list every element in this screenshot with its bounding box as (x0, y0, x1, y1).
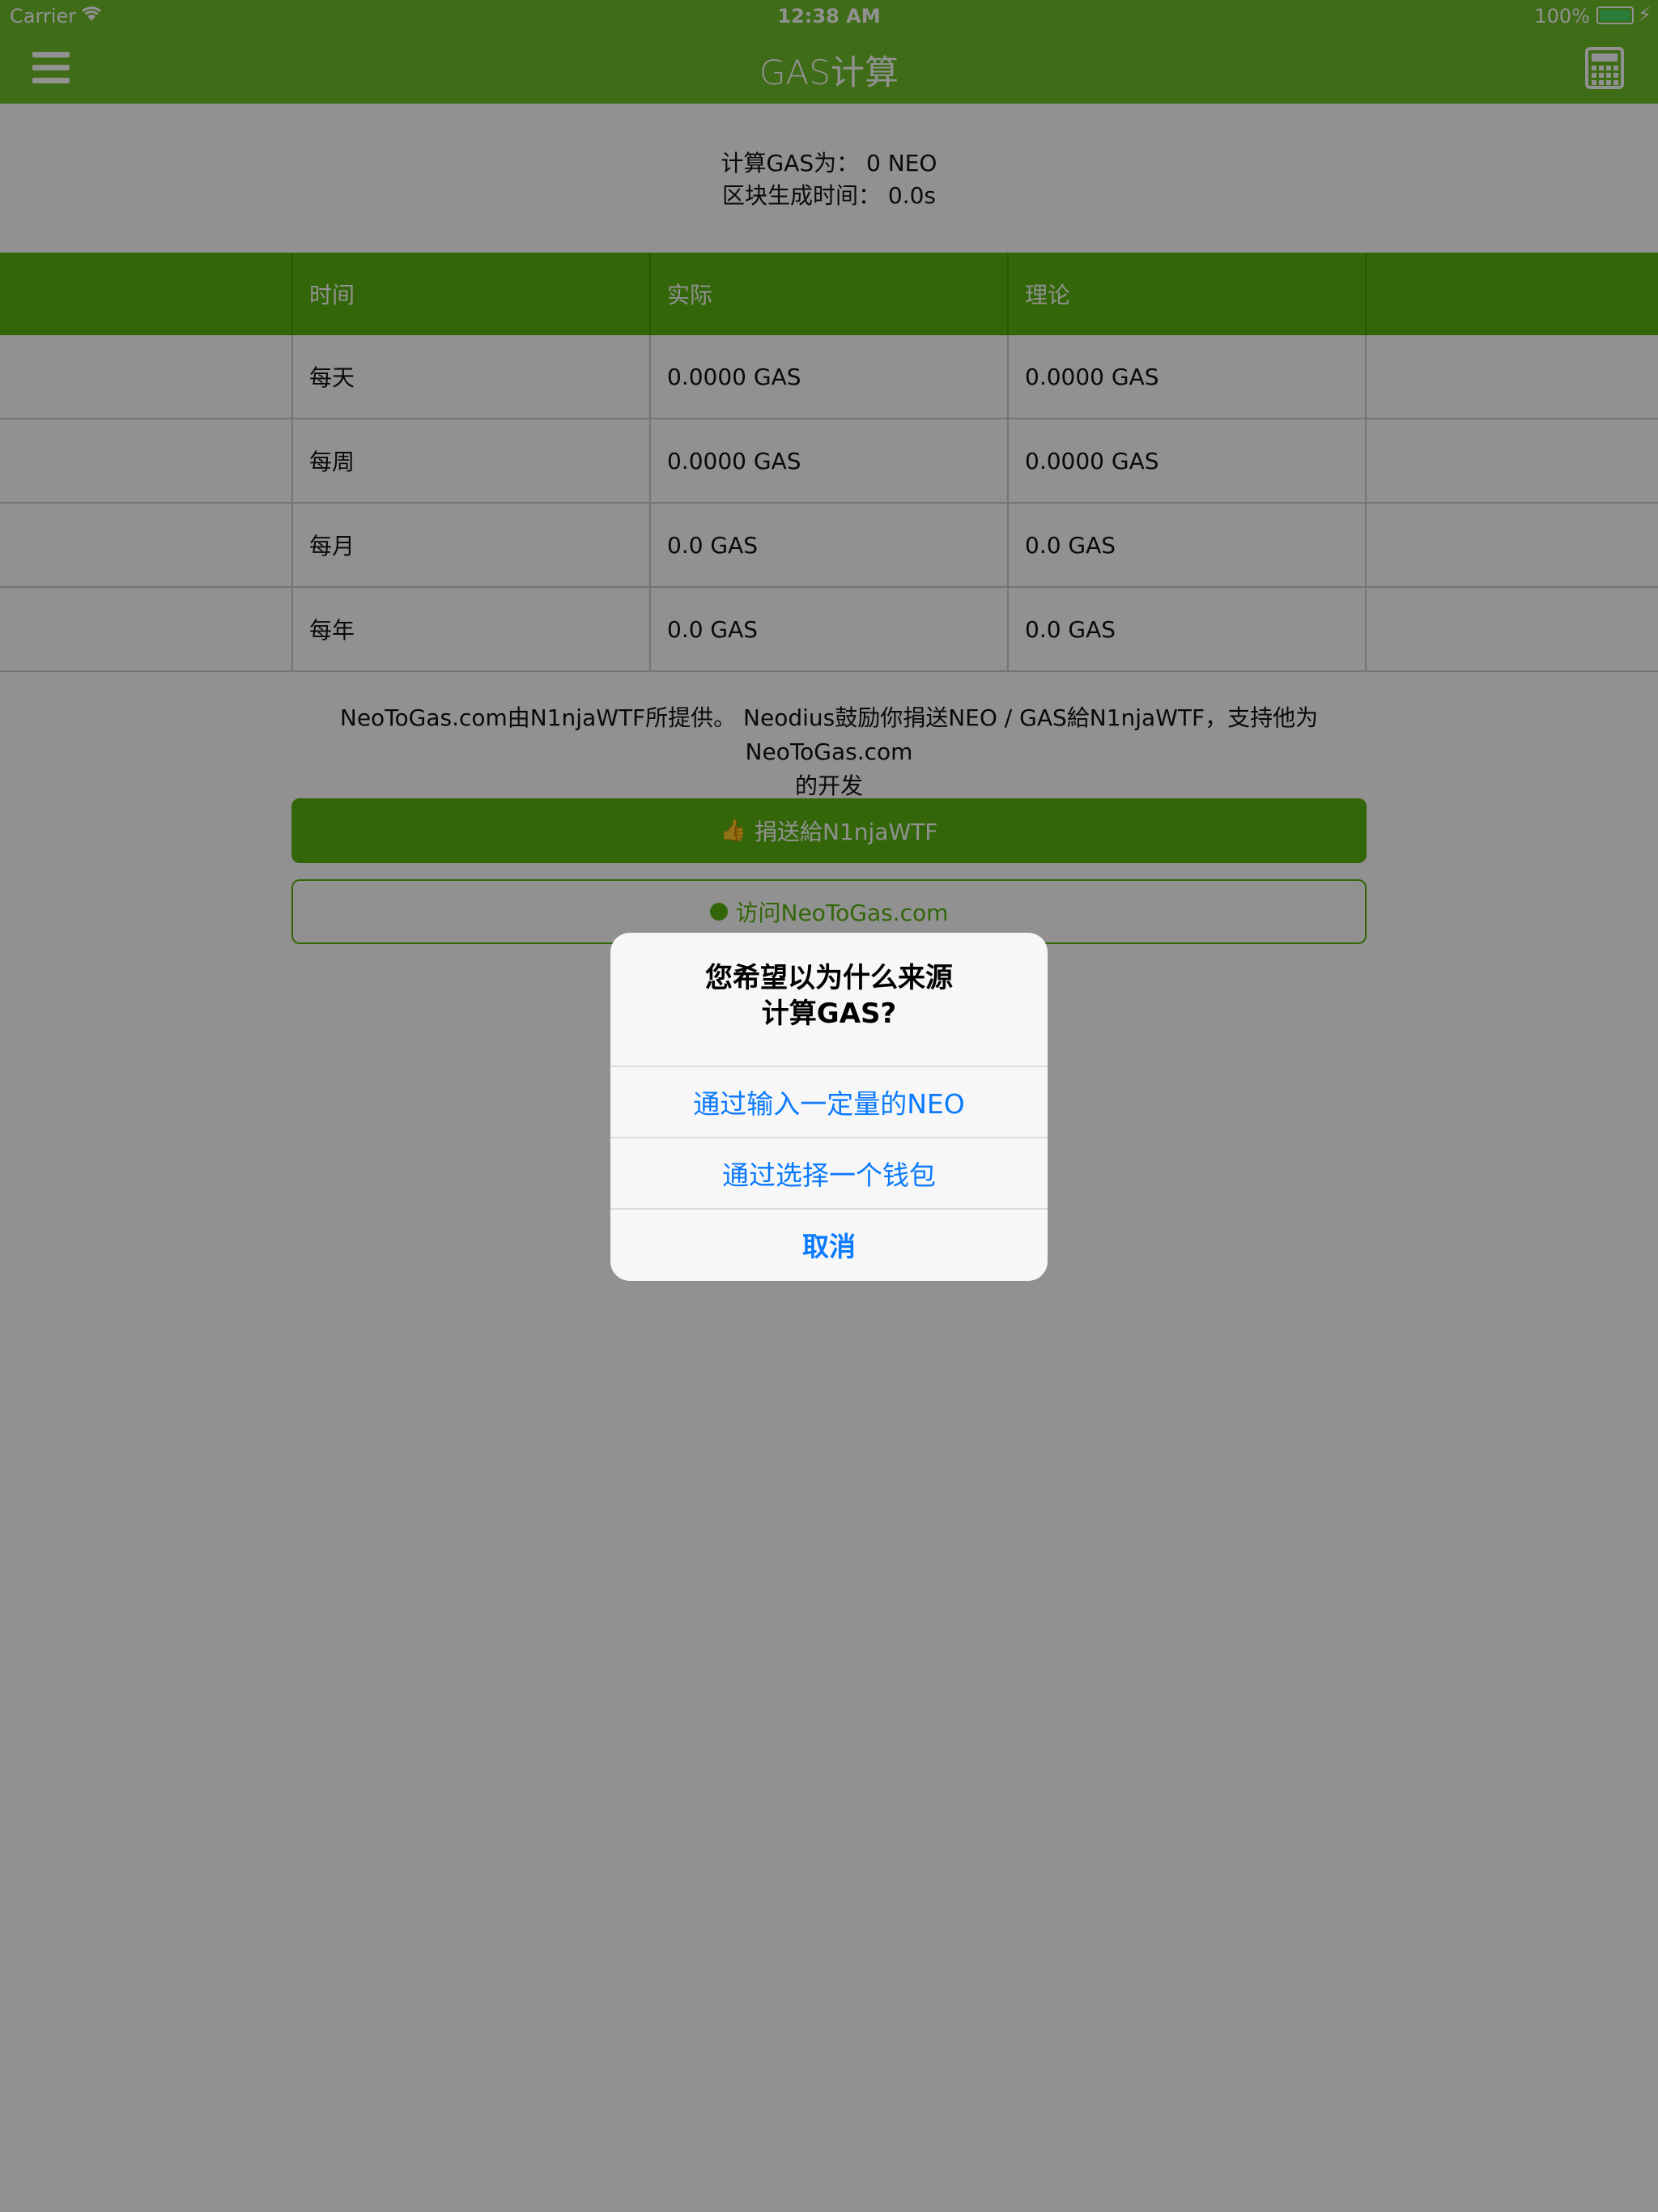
option-select-wallet[interactable]: 通过选择一个钱包 (610, 1137, 1048, 1208)
source-choice-alert: 您希望以为什么来源 计算GAS? 通过输入一定量的NEO 通过选择一个钱包 取消 (610, 933, 1048, 1281)
alert-title-line-2: 计算GAS? (761, 998, 897, 1030)
alert-title-line-1: 您希望以为什么来源 (705, 962, 953, 994)
cancel-button[interactable]: 取消 (610, 1208, 1048, 1279)
alert-title: 您希望以为什么来源 计算GAS? (610, 960, 1048, 1032)
option-enter-neo[interactable]: 通过输入一定量的NEO (610, 1066, 1048, 1137)
